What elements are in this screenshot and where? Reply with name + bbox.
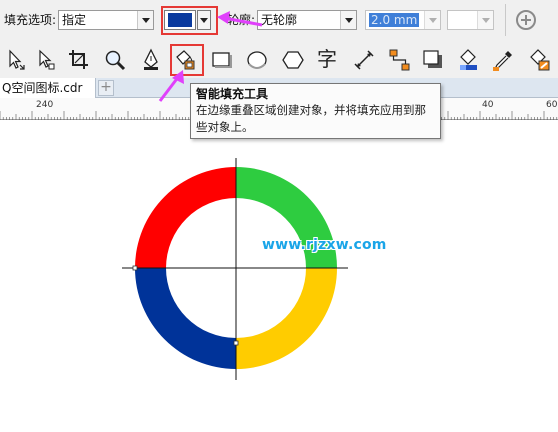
pointer-arrowhead-icon [217, 11, 230, 24]
coreldraw-window: 填充选项: 指定 轮廓: 无轮廓 2.0 mm [0, 0, 558, 432]
annotation-overlay [158, 11, 263, 102]
pointer-arrow-icon [223, 16, 263, 27]
